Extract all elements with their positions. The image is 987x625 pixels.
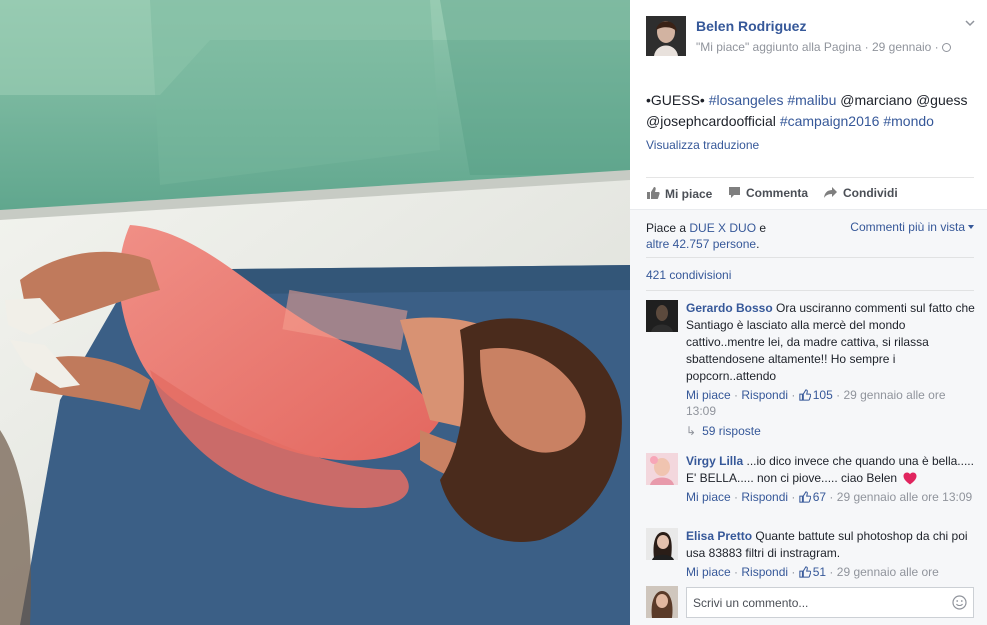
share-icon <box>824 187 837 198</box>
post-header: Belen Rodriguez "Mi piace" aggiunto alla… <box>646 16 975 58</box>
comment-like-count[interactable]: 67 <box>813 490 826 504</box>
post-side-panel: Belen Rodriguez "Mi piace" aggiunto alla… <box>630 0 987 625</box>
comment-label: Commenta <box>746 186 809 200</box>
post-actions-bar: Mi piace Commenta Condividi <box>646 177 974 208</box>
author-avatar-image <box>646 16 686 56</box>
comment-meta: Mi piace · Rispondi · 105 · 29 gennaio a… <box>686 388 946 418</box>
comment-sort-dropdown[interactable]: Commenti più in vista <box>850 220 974 234</box>
hashtag-link[interactable]: #campaign2016 <box>780 113 880 129</box>
commenter-name[interactable]: Gerardo Bosso <box>686 301 773 315</box>
current-user-avatar <box>646 586 678 618</box>
likes-suffix: . <box>756 237 760 251</box>
replies-label: 59 risposte <box>702 424 761 438</box>
likes-others-link[interactable]: altre 42.757 persone <box>646 237 756 251</box>
divider <box>646 290 974 291</box>
thumbs-up-icon <box>799 566 811 578</box>
chevron-down-icon[interactable] <box>965 18 975 28</box>
comment-reply-link[interactable]: Rispondi <box>741 565 788 579</box>
comment-meta: Mi piace · Rispondi · 67 · 29 gennaio al… <box>686 490 973 504</box>
like-label: Mi piace <box>665 187 713 201</box>
see-translation-link[interactable]: Visualizza traduzione <box>646 138 759 152</box>
post-text: •GUESS• #losangeles #malibu @marciano @g… <box>646 90 978 132</box>
comment-like-link[interactable]: Mi piace <box>686 490 731 504</box>
thumbs-up-icon <box>647 187 660 199</box>
comment-body: Gerardo Bosso Ora usciranno commenti sul… <box>686 300 978 419</box>
photo-image <box>0 0 630 625</box>
hashtag-link[interactable]: #mondo <box>883 113 934 129</box>
author-name[interactable]: Belen Rodriguez <box>696 18 806 34</box>
globe-icon <box>941 43 951 52</box>
likes-summary: Piace a DUE X DUO e altre 42.757 persone. <box>646 220 846 252</box>
shares-link[interactable]: 421 condivisioni <box>646 268 731 282</box>
comment-meta: Mi piace · Rispondi · 51 · 29 gennaio al… <box>686 565 939 579</box>
commenter-name[interactable]: Elisa Pretto <box>686 529 752 543</box>
share-label: Condividi <box>843 186 898 200</box>
post-meta: "Mi piace" aggiunto alla Pagina · 29 gen… <box>696 40 951 54</box>
post-photo[interactable] <box>0 0 630 625</box>
comment-time[interactable]: 29 gennaio alle ore <box>837 565 939 579</box>
likes-friend-link[interactable]: DUE X DUO <box>689 221 756 235</box>
comment-like-link[interactable]: Mi piace <box>686 565 731 579</box>
hashtag-link[interactable]: #malibu <box>787 92 836 108</box>
hashtag-link[interactable]: #losangeles <box>709 92 784 108</box>
comment-icon <box>729 187 740 198</box>
comment-input[interactable] <box>693 594 943 612</box>
caret-down-icon <box>968 225 974 229</box>
reply-arrow-icon: ↳ <box>686 424 697 438</box>
likes-prefix: Piace a <box>646 221 690 235</box>
current-user-avatar-image <box>646 586 678 618</box>
like-button[interactable]: Mi piace <box>646 186 712 201</box>
comment-composer <box>646 585 974 619</box>
thumbs-up-icon <box>799 389 811 401</box>
commenter-name[interactable]: Virgy Lilla <box>686 454 743 468</box>
commenter-avatar-image <box>646 528 678 560</box>
emoji-icon[interactable] <box>952 595 967 610</box>
thumbs-up-icon <box>799 491 811 503</box>
post-meta-text: "Mi piace" aggiunto alla Pagina · 29 gen… <box>696 40 939 54</box>
comment-like-count[interactable]: 105 <box>813 388 833 402</box>
comment-like-link[interactable]: Mi piace <box>686 388 731 402</box>
view-replies-link[interactable]: ↳ 59 risposte <box>686 424 761 438</box>
commenter-avatar-image <box>646 300 678 332</box>
comment-sort-label: Commenti più in vista <box>850 220 965 234</box>
comment-reply-link[interactable]: Rispondi <box>741 388 788 402</box>
divider <box>646 257 974 258</box>
heart-emoji-icon <box>903 472 917 485</box>
comment-button[interactable]: Commenta <box>728 186 808 200</box>
commenter-avatar-image <box>646 453 678 485</box>
commenter-avatar[interactable] <box>646 300 678 332</box>
comment-time[interactable]: 29 gennaio alle ore 13:09 <box>837 490 972 504</box>
comment-body: Elisa Pretto Quante battute sul photosho… <box>686 528 978 580</box>
commenter-avatar[interactable] <box>646 453 678 485</box>
comment-like-count[interactable]: 51 <box>813 565 826 579</box>
likes-mid: e <box>756 221 767 235</box>
social-section: Piace a DUE X DUO e altre 42.757 persone.… <box>630 209 987 625</box>
comment-body: Virgy Lilla ...io dico invece che quando… <box>686 453 978 505</box>
share-button[interactable]: Condividi <box>823 186 898 200</box>
comment-input-box[interactable] <box>686 587 974 618</box>
commenter-avatar[interactable] <box>646 528 678 560</box>
author-avatar[interactable] <box>646 16 686 56</box>
comment-reply-link[interactable]: Rispondi <box>741 490 788 504</box>
post-text-segment: •GUESS• <box>646 92 709 108</box>
